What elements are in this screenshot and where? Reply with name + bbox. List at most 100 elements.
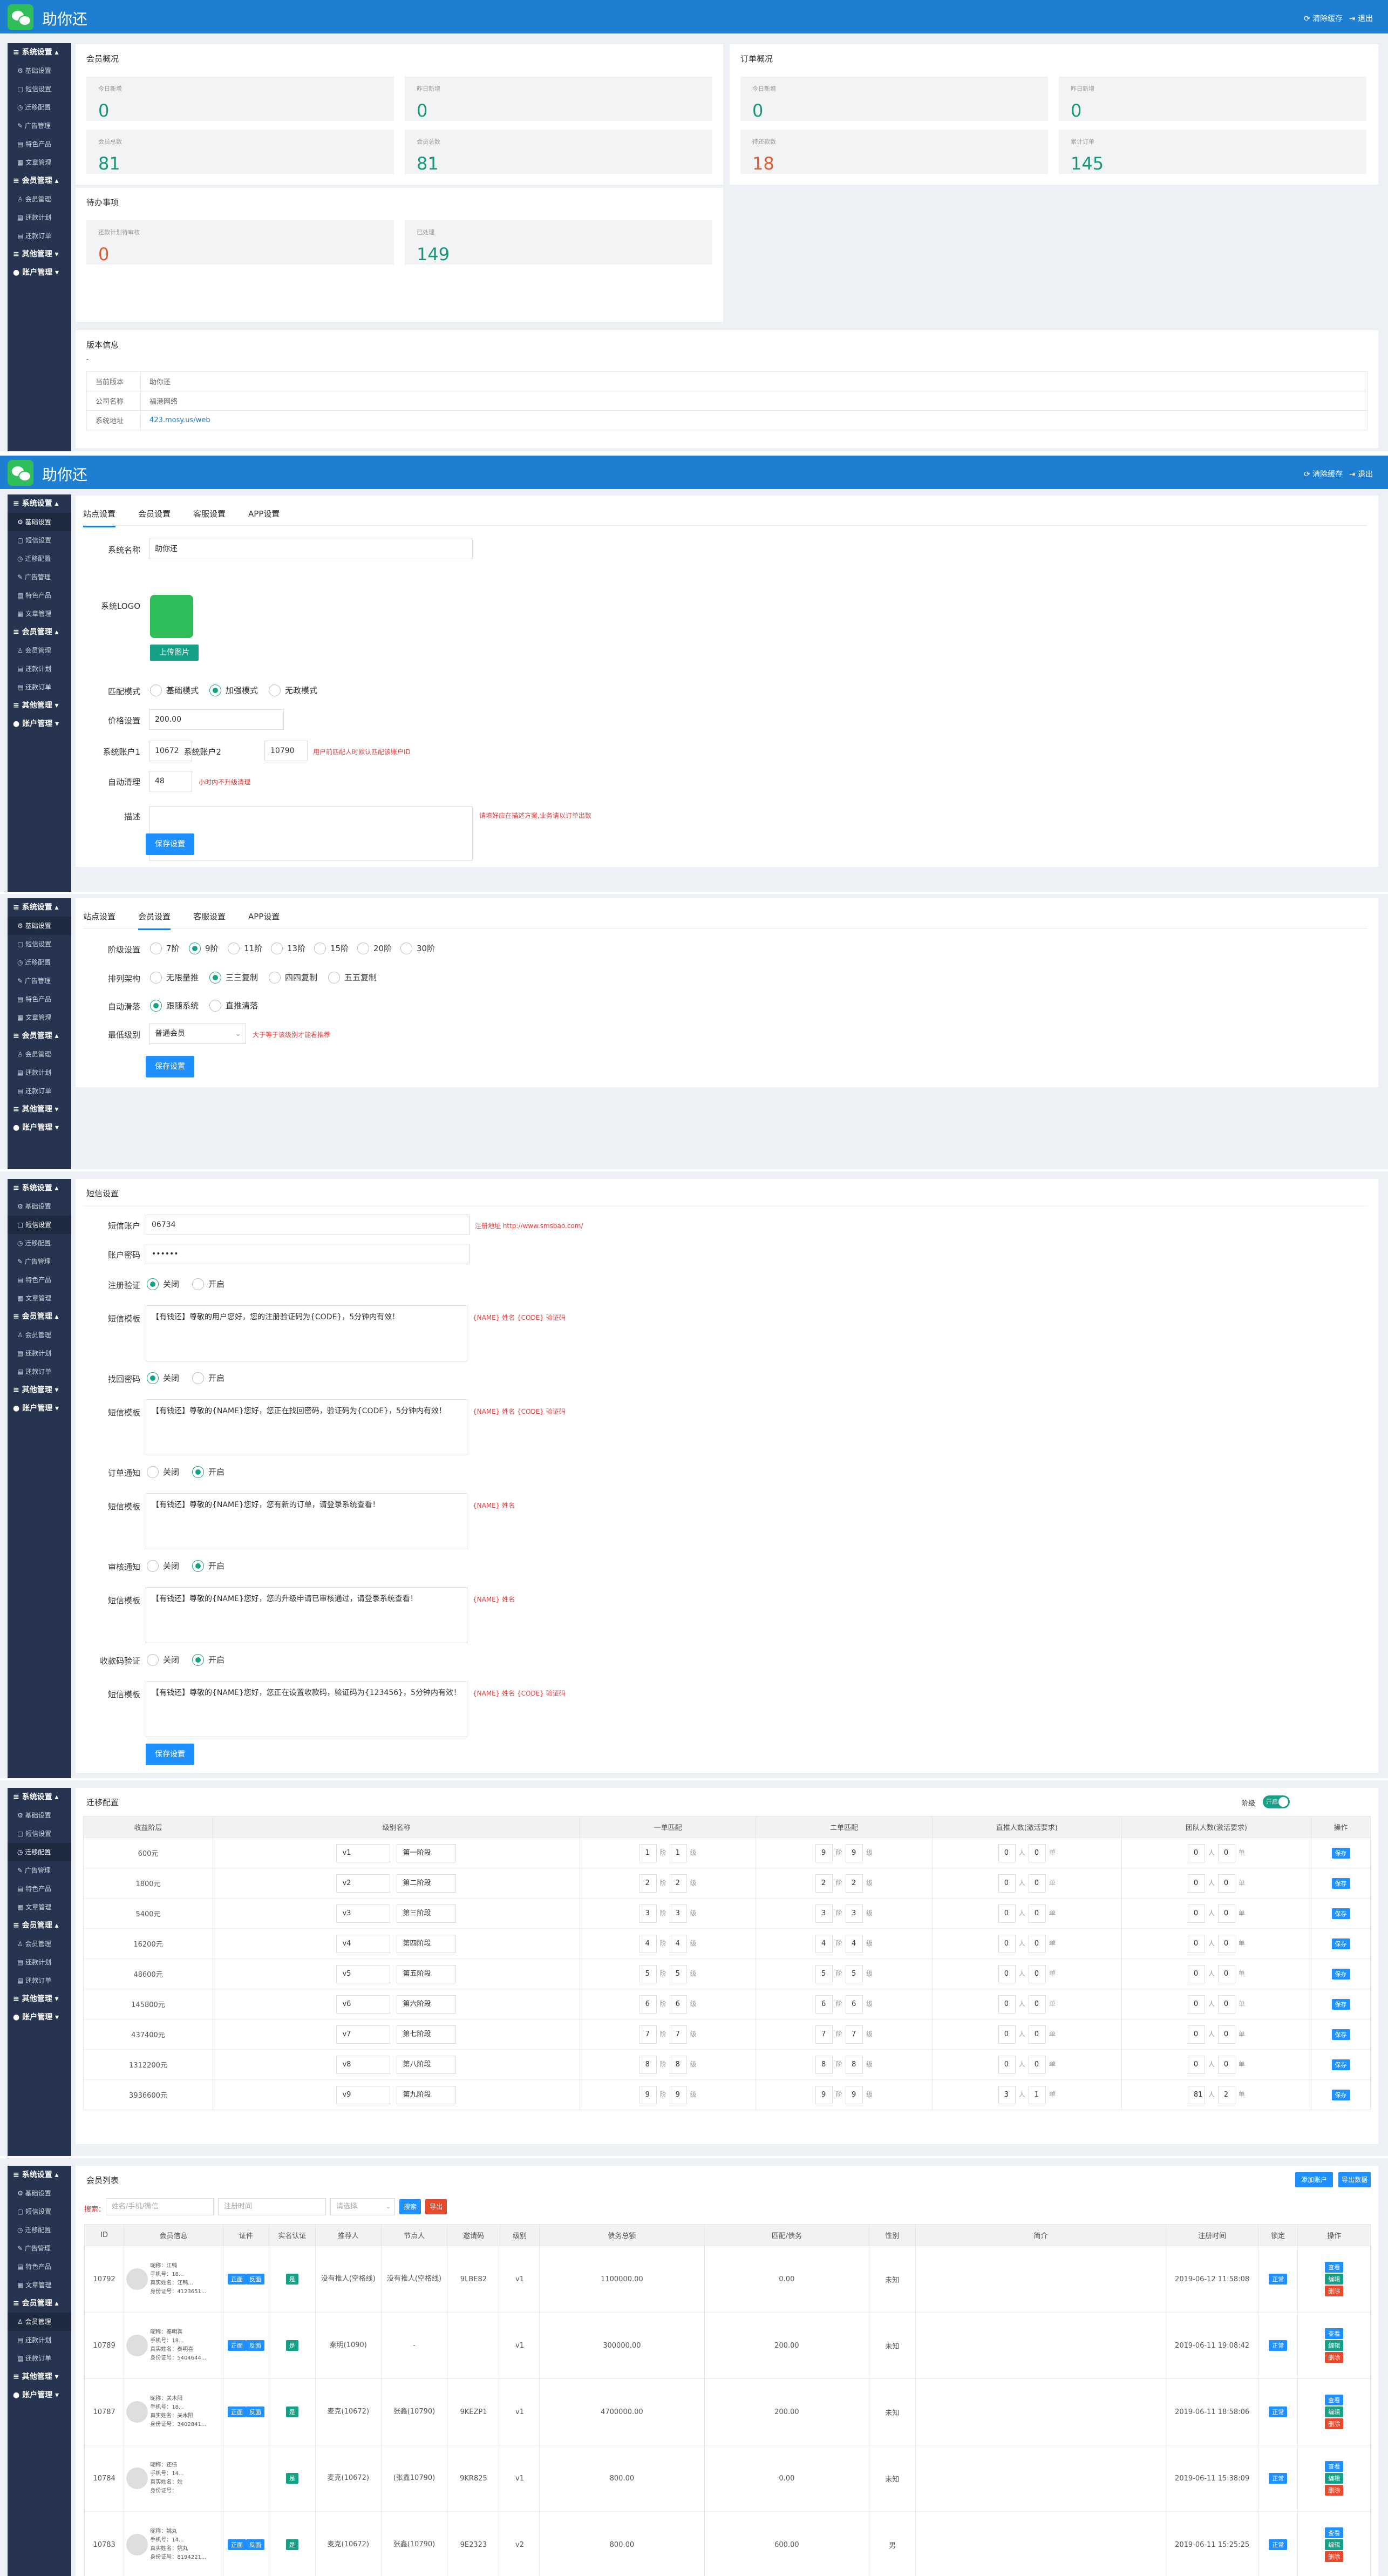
sidebar-item-plan[interactable]: ▤ 还款计划 (8, 208, 71, 227)
sidebar-item-ad[interactable]: ✎ 广告管理 (8, 1861, 71, 1880)
tab-site[interactable]: 站点设置 (83, 905, 115, 928)
level-9-radio[interactable]: 9阶 (189, 943, 219, 954)
value-input[interactable]: 0 (1028, 1964, 1046, 1983)
value-input[interactable]: 0 (1187, 1904, 1205, 1923)
level-name-input[interactable]: 第一阶段 (397, 1843, 457, 1862)
pay-code-off-radio[interactable]: 关闭 (147, 1654, 179, 1666)
level-30-radio[interactable]: 30阶 (400, 943, 435, 954)
save-row-button[interactable]: 保存 (1331, 1938, 1350, 1949)
order-off-radio[interactable]: 关闭 (147, 1466, 179, 1478)
level-name-input[interactable]: 第九阶段 (397, 2085, 457, 2104)
sidebar-item-article[interactable]: ▦ 文章管理 (8, 153, 71, 172)
value-input[interactable]: 8 (846, 2055, 863, 2074)
value-input[interactable]: 4 (846, 1934, 863, 1953)
save-row-button[interactable]: 保存 (1331, 1877, 1350, 1889)
value-input[interactable]: 6 (669, 1995, 687, 2014)
value-input[interactable]: 3 (639, 1904, 657, 1923)
sidebar-item-sms[interactable]: ▢ 短信设置 (8, 1825, 71, 1843)
sidebar-item-order[interactable]: ▤ 还款订单 (8, 1082, 71, 1100)
sidebar-item-article[interactable]: ▦ 文章管理 (8, 2276, 71, 2294)
sidebar-item-article[interactable]: ▦ 文章管理 (8, 605, 71, 623)
value-input[interactable]: 0 (1217, 1843, 1235, 1862)
sidebar-item-base[interactable]: ⚙ 基础设置 (8, 513, 71, 531)
value-input[interactable]: 5 (669, 1964, 687, 1983)
level-name-input[interactable]: 第七阶段 (397, 2025, 457, 2044)
value-input[interactable]: 81 (1187, 2085, 1205, 2104)
value-input[interactable]: 0 (1217, 2025, 1235, 2044)
sidebar-item-ad[interactable]: ✎ 广告管理 (8, 1252, 71, 1271)
level-code-input[interactable]: v7 (336, 2025, 391, 2044)
sidebar-group-account[interactable]: ● 账户管理 ▾ (8, 715, 71, 733)
clear-cache-button[interactable]: ⟳ 清除缓存 (1304, 469, 1343, 479)
sidebar-item-order[interactable]: ▤ 还款订单 (8, 227, 71, 245)
level-code-input[interactable]: v9 (336, 2085, 391, 2104)
save-settings-button[interactable]: 保存设置 (146, 833, 194, 855)
value-input[interactable]: 0 (1028, 1995, 1046, 2014)
value-input[interactable]: 0 (1187, 1964, 1205, 1983)
sidebar-group-system[interactable]: ≡ 系统设置 ▴ (8, 1788, 71, 1806)
save-settings-button[interactable]: 保存设置 (146, 1744, 194, 1765)
sidebar-item-product[interactable]: ▤ 特色产品 (8, 1271, 71, 1289)
sidebar-item-article[interactable]: ▦ 文章管理 (8, 1008, 71, 1027)
sidebar-group-account[interactable]: ● 账户管理 ▾ (8, 2008, 71, 2026)
export-data-button[interactable]: 导出数据 (1338, 2172, 1371, 2187)
logout-button[interactable]: ⇥ 退出 (1349, 13, 1373, 24)
system-account2-input[interactable]: 10790 (264, 741, 308, 761)
sidebar-item-member[interactable]: ♙ 会员管理 (8, 1935, 71, 1953)
tab-member[interactable]: 会员设置 (138, 502, 171, 526)
level-code-input[interactable]: v6 (336, 1995, 391, 2014)
sidebar-group-other[interactable]: ≡ 其他管理 ▾ (8, 1381, 71, 1399)
value-input[interactable]: 8 (669, 2055, 687, 2074)
save-row-button[interactable]: 保存 (1331, 1968, 1350, 1980)
value-input[interactable]: 0 (1187, 1934, 1205, 1953)
value-input[interactable]: 0 (1187, 1874, 1205, 1893)
sidebar-group-member[interactable]: ≡ 会员管理 ▴ (8, 1027, 71, 1045)
sidebar-group-member[interactable]: ≡ 会员管理 ▴ (8, 2294, 71, 2313)
sidebar-item-order[interactable]: ▤ 还款订单 (8, 1971, 71, 1990)
level-15-radio[interactable]: 15阶 (314, 943, 349, 954)
lock-status-button[interactable]: 正常 (1269, 2539, 1288, 2550)
sidebar-group-other[interactable]: ≡ 其他管理 ▾ (8, 2368, 71, 2386)
delete-button[interactable]: 删除 (1325, 2551, 1344, 2562)
order-on-radio[interactable]: 开启 (192, 1466, 224, 1478)
value-input[interactable]: 5 (815, 1964, 833, 1983)
sidebar-item-ad[interactable]: ✎ 广告管理 (8, 568, 71, 586)
save-row-button[interactable]: 保存 (1331, 2029, 1350, 2040)
value-input[interactable]: 2 (669, 1874, 687, 1893)
sidebar-item-base[interactable]: ⚙ 基础设置 (8, 2184, 71, 2202)
sidebar-group-member[interactable]: ≡ 会员管理 ▴ (8, 1916, 71, 1935)
levels-toggle[interactable]: 开启 (1263, 1795, 1290, 1808)
find-pwd-off-radio[interactable]: 关闭 (147, 1372, 179, 1384)
sidebar-item-ad[interactable]: ✎ 广告管理 (8, 972, 71, 990)
rank-unlimited-radio[interactable]: 无限量推 (150, 972, 199, 984)
value-input[interactable]: 1 (639, 1843, 657, 1862)
value-input[interactable]: 5 (846, 1964, 863, 1983)
delete-button[interactable]: 删除 (1325, 2352, 1344, 2363)
save-settings-button[interactable]: 保存设置 (146, 1056, 194, 1077)
level-code-input[interactable]: v3 (336, 1904, 391, 1923)
edit-button[interactable]: 编辑 (1325, 2539, 1344, 2550)
add-account-button[interactable]: 添加账户 (1295, 2172, 1333, 2187)
sidebar-item-order[interactable]: ▤ 还款订单 (8, 678, 71, 696)
value-input[interactable]: 0 (1187, 1995, 1205, 2014)
sidebar-group-member[interactable]: ≡ 会员管理 ▴ (8, 172, 71, 190)
sidebar-item-plan[interactable]: ▤ 还款计划 (8, 1953, 71, 1971)
value-input[interactable]: 7 (669, 2025, 687, 2044)
value-input[interactable]: 0 (1217, 1904, 1235, 1923)
level-7-radio[interactable]: 7阶 (150, 943, 180, 954)
id-front-tag[interactable]: 正面 (227, 2539, 246, 2550)
sidebar-group-other[interactable]: ≡ 其他管理 ▾ (8, 1990, 71, 2008)
save-row-button[interactable]: 保存 (1331, 1847, 1350, 1859)
status-select[interactable]: 请选择 ⌄ (330, 2198, 395, 2215)
save-row-button[interactable]: 保存 (1331, 2059, 1350, 2070)
value-input[interactable]: 1 (669, 1843, 687, 1862)
edit-button[interactable]: 编辑 (1325, 2274, 1344, 2284)
sidebar-item-ad[interactable]: ✎ 广告管理 (8, 117, 71, 135)
sidebar-item-base[interactable]: ⚙ 基础设置 (8, 917, 71, 935)
sidebar-item-member[interactable]: ♙ 会员管理 (8, 190, 71, 208)
match-none-radio[interactable]: 无政模式 (269, 684, 317, 696)
sidebar-item-migrate[interactable]: ◷ 迁移配置 (8, 2221, 71, 2239)
audit-on-radio[interactable]: 开启 (192, 1560, 224, 1572)
value-input[interactable]: 8 (639, 2055, 657, 2074)
value-input[interactable]: 9 (639, 2085, 657, 2104)
